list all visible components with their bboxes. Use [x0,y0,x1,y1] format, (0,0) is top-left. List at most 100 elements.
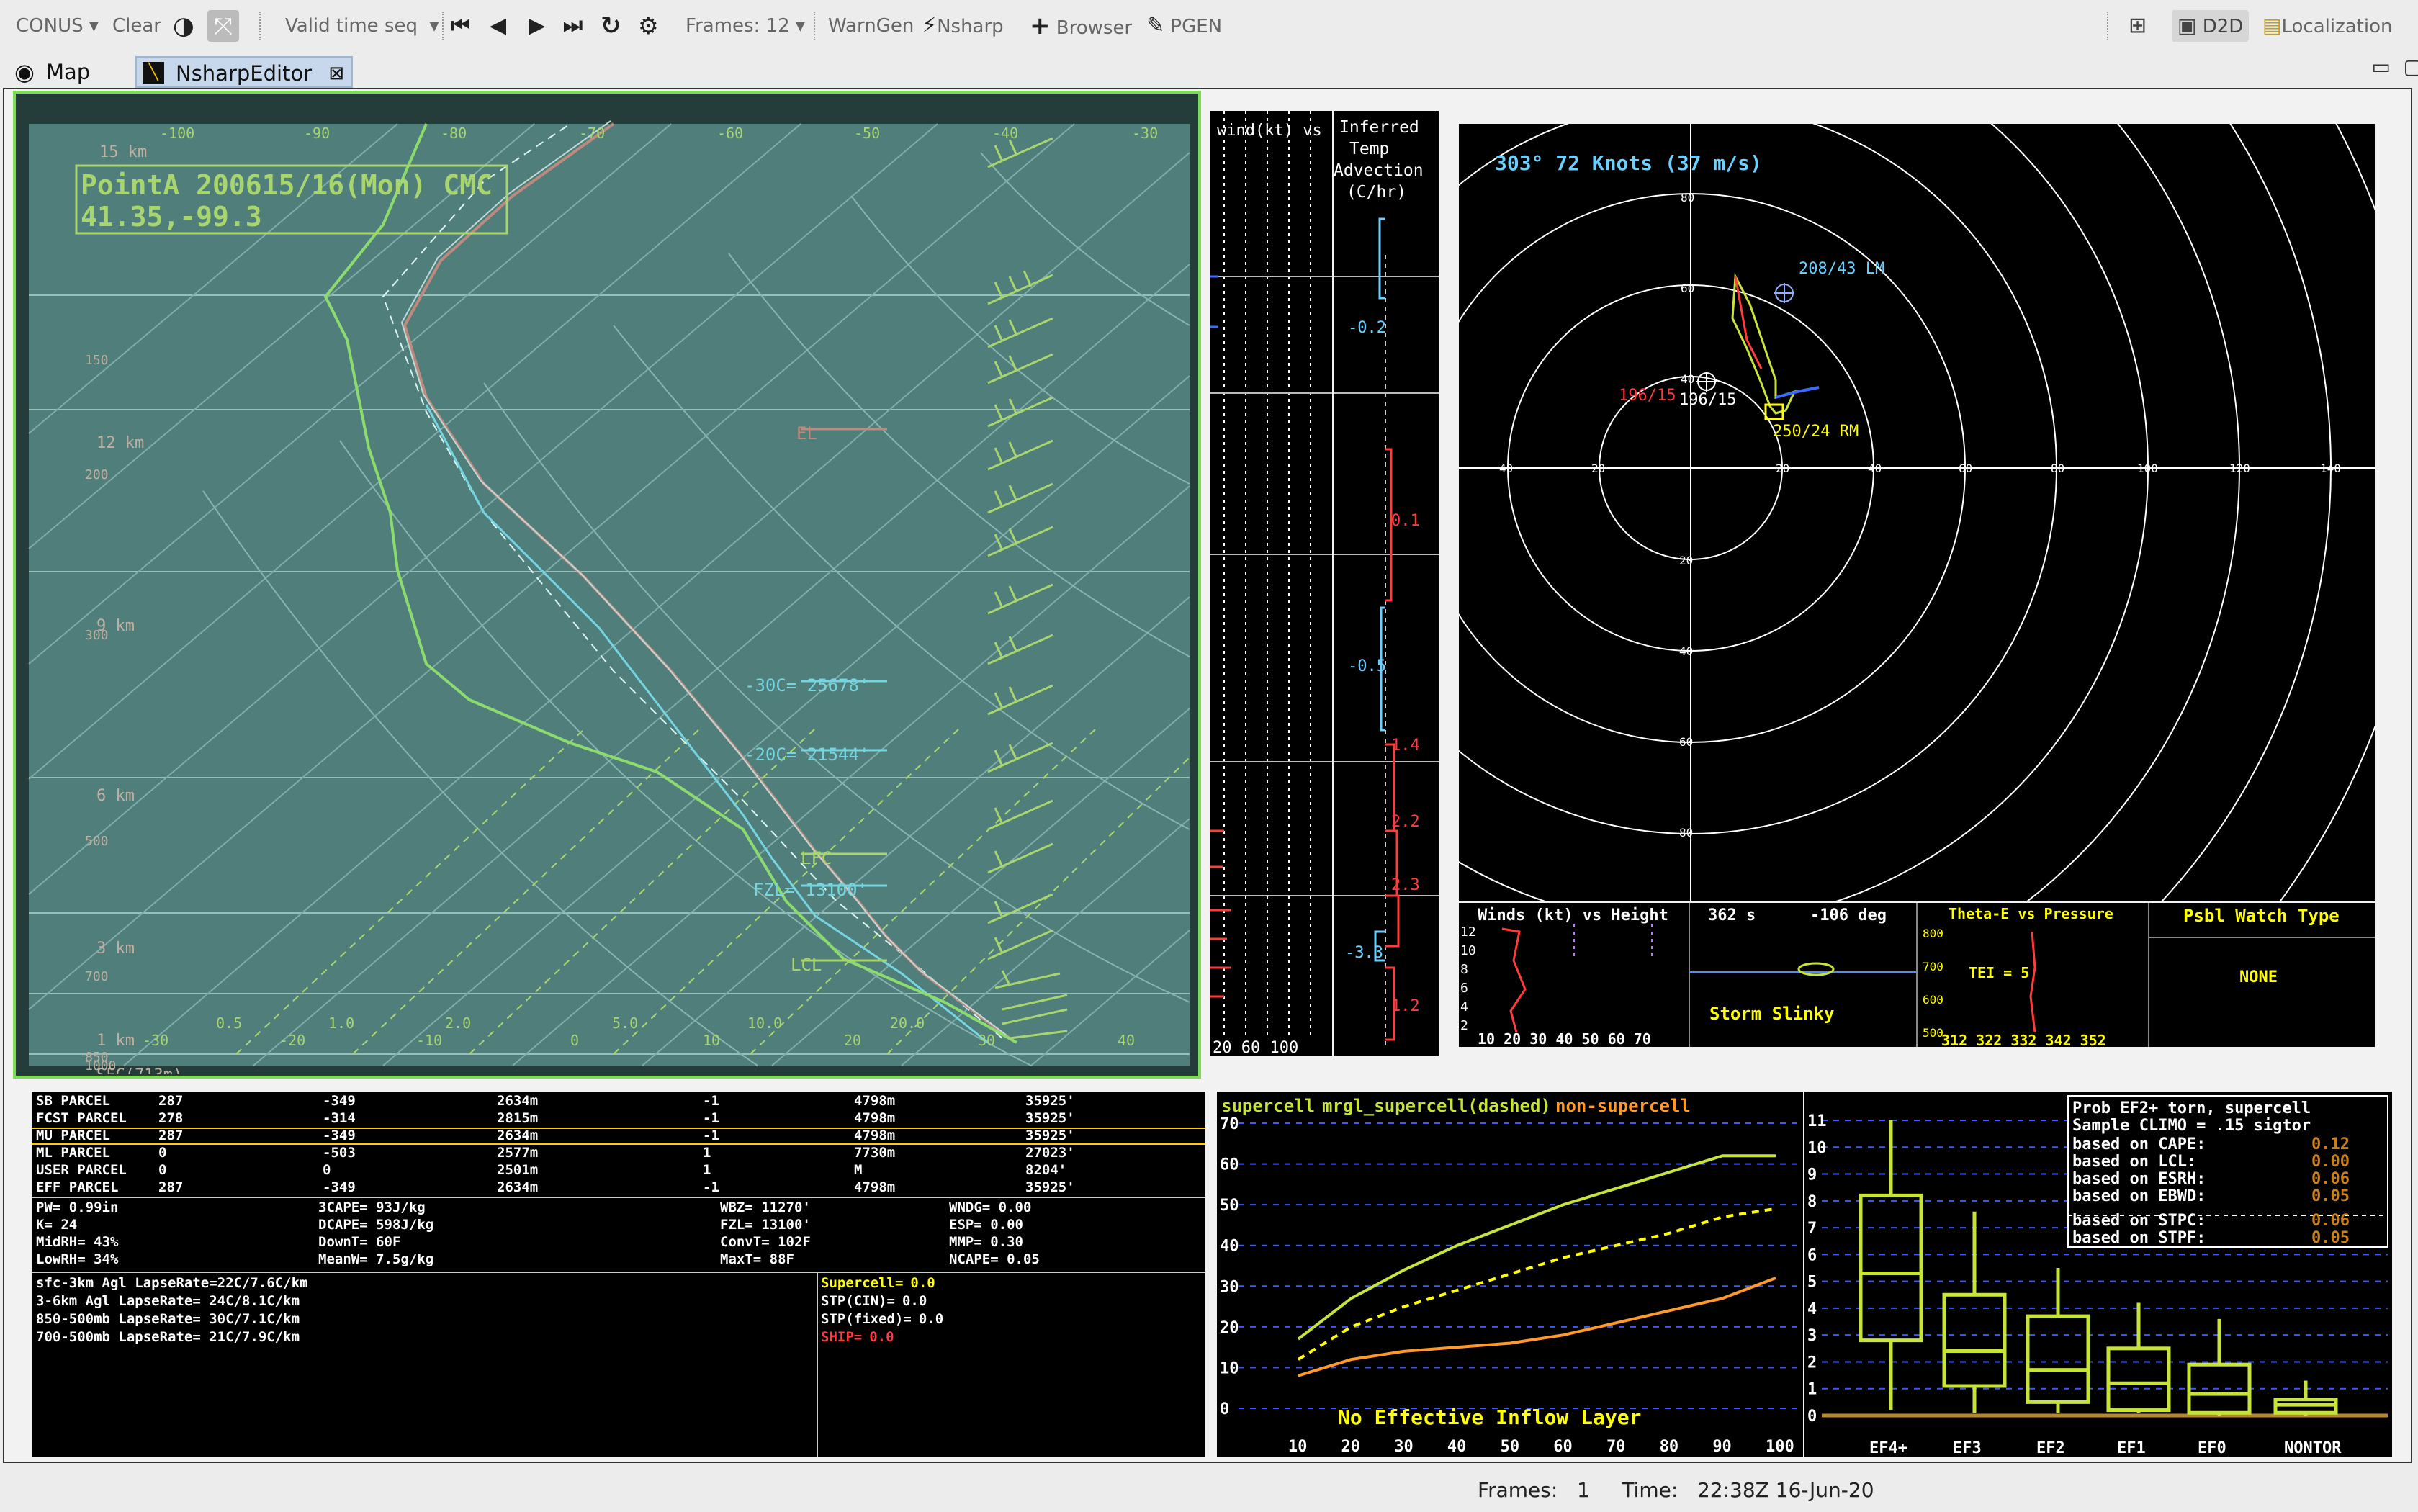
x-tick-label: 100 [1766,1438,1794,1456]
localization-icon: ▤ [2262,14,2282,37]
parcel-cell: -1 [703,1093,719,1109]
advection-title-1: Inferred [1339,118,1419,137]
parcel-cell[interactable]: SB PARCEL [36,1093,110,1109]
winds-inset-axis: 10 20 30 40 50 60 70 [1478,1030,1651,1047]
browser-button[interactable]: + Browser [1030,10,1132,42]
theta-trace [2029,931,2036,1033]
y-tick-label: 5 [1807,1274,1817,1292]
close-icon[interactable]: ⊠ [328,58,344,89]
divider [32,1272,1205,1273]
parcel-cell[interactable]: ML PARCEL [36,1145,110,1161]
minimize-icon[interactable]: ▭ [2372,55,2391,78]
nsharp-tab-icon: ╲ [143,62,164,84]
pgen-button[interactable]: ✎ PGEN [1146,10,1222,42]
category-label: EF4+ [1869,1439,1907,1457]
parcel-table: 287 SB PARCEL -349 2634m -1 4798m 35925' 278 FCS… [36,1093,1203,1201]
tick-label: 800 [1923,927,1943,940]
tab-nsharpeditor[interactable]: ╲ NsharpEditor ⊠ [135,56,353,88]
parcel-cell: 1 [703,1162,711,1178]
indices-table: PW= 0.99in 3CAPE= 93J/kg WBZ= 11270' WNDG= … [36,1200,1203,1272]
nsharp-button[interactable]: ⚡Nsharp [922,10,1004,42]
y-tick-label: 8 [1807,1193,1817,1211]
skewt-selection-overlay[interactable] [13,91,1201,1079]
parcel-cell: 278 [158,1110,184,1126]
tab-map-label: Map [46,60,91,84]
y-tick-label: 10 [1220,1359,1239,1377]
ring-label: 20 [1591,462,1605,475]
warngen-button[interactable]: WarnGen [828,10,914,42]
parcel-cell: -1 [703,1179,719,1195]
parcel-cell: 287 [158,1093,184,1109]
parcel-cell: 35925' [1025,1110,1075,1126]
x-tick-label: 80 [1660,1438,1679,1456]
first-frame-icon[interactable]: ⏮ [451,10,470,42]
tab-map[interactable]: ◉ Map [7,56,140,88]
y-tick-label: 1 [1807,1381,1817,1399]
legend-supercell: supercell [1221,1096,1315,1116]
advection-value: 0.1 [1391,512,1420,530]
contrast-icon[interactable]: ◑ [173,10,194,42]
ring-label: 100 [2137,462,2158,475]
tick-label: 500 [1923,1026,1943,1040]
category-label: EF3 [1953,1439,1982,1457]
parcel-cell: 1 [703,1145,711,1161]
wind-height-axis: 20 60 100 [1213,1039,1298,1056]
parcel-cell: 4798m [854,1179,896,1195]
no-inflow-message: No Effective Inflow Layer [1338,1405,1641,1429]
hodograph[interactable]: 80 60 40 20 40 60 80 40 20 20 40 60 80 1… [1459,124,2375,901]
clear-button[interactable]: Clear [112,10,161,42]
parcel-cell: 0 [158,1145,167,1161]
parcel-cell[interactable]: EFF PARCEL [36,1179,118,1195]
parcel-cell: 8204' [1025,1162,1067,1178]
frames-dropdown[interactable]: Frames: 12 ▾ [686,10,805,42]
tick-label: 10 [1460,943,1476,958]
time-seq-dropdown[interactable]: Valid time seq ▾ [285,10,439,42]
divider [817,1273,818,1457]
parcel-cell[interactable]: USER PARCEL [36,1162,127,1178]
lapse-rate-row: 3-6km Agl LapseRate= 24C/8.1C/km [36,1293,300,1309]
index-cell: LowRH= 34% [36,1251,119,1267]
parcel-cell: -314 [323,1110,356,1126]
time-seq-label: Valid time seq [285,15,418,37]
hodograph-header: 303° 72 Knots (37 m/s) [1495,151,1762,175]
pgen-label: PGEN [1170,16,1223,37]
loop-icon[interactable]: ↻ [601,10,621,42]
prob-value: 0.06 [2311,1170,2350,1188]
last-frame-icon[interactable]: ⏭ [563,10,583,42]
index-cell: DCAPE= 598J/kg [318,1217,434,1233]
ring-label: 40 [1679,644,1693,658]
scale-dropdown[interactable]: CONUS ▾ [16,10,99,42]
index-cell: WNDG= 0.00 [949,1200,1032,1215]
parcel-cell: 35925' [1025,1093,1075,1109]
ring-label: 80 [2051,462,2064,475]
hodograph-trace-upper [1734,276,1763,369]
stp-row: Supercell= 0.0 [821,1274,943,1292]
gear-icon[interactable]: ⚙ [638,10,659,42]
wind-height-chart: wind(kt) vs Ht 20 60 100 [1210,111,1332,1056]
separator [814,12,815,40]
parcel-cell: 27023' [1025,1145,1075,1161]
lm-label: 208/43 LM [1799,260,1884,278]
parcel-cell[interactable]: FCST PARCEL [36,1110,127,1126]
hodograph-trace-low [1775,386,1820,399]
parcel-cell: 2815m [497,1110,539,1126]
theta-title: Theta-E vs Pressure [1949,905,2113,922]
fit-icon[interactable]: ⤧ [207,10,239,42]
d2d-perspective-button[interactable]: ▣ D2D [2172,10,2250,42]
perspective-icon[interactable]: ⊞ [2129,10,2147,42]
x-tick-label: 20 [1341,1438,1361,1456]
psbl-title: Psbl Watch Type [2183,906,2340,926]
divider [32,1197,1205,1198]
box-5 [2273,1380,2338,1416]
tick-label: 8 [1460,962,1468,977]
maximize-icon[interactable]: ▢ [2404,55,2418,78]
category-label: NONTOR [2284,1439,2342,1457]
category-label: EF1 [2117,1439,2146,1457]
box-body [2106,1346,2171,1413]
x-tick-label: 40 [1447,1438,1467,1456]
localization-perspective-button[interactable]: ▤Localization [2262,10,2392,42]
y-tick-label: 0 [1807,1408,1817,1426]
step-forward-icon[interactable]: ▶ [529,10,545,42]
tick-label: 12 [1460,924,1476,940]
step-back-icon[interactable]: ◀ [490,10,506,42]
